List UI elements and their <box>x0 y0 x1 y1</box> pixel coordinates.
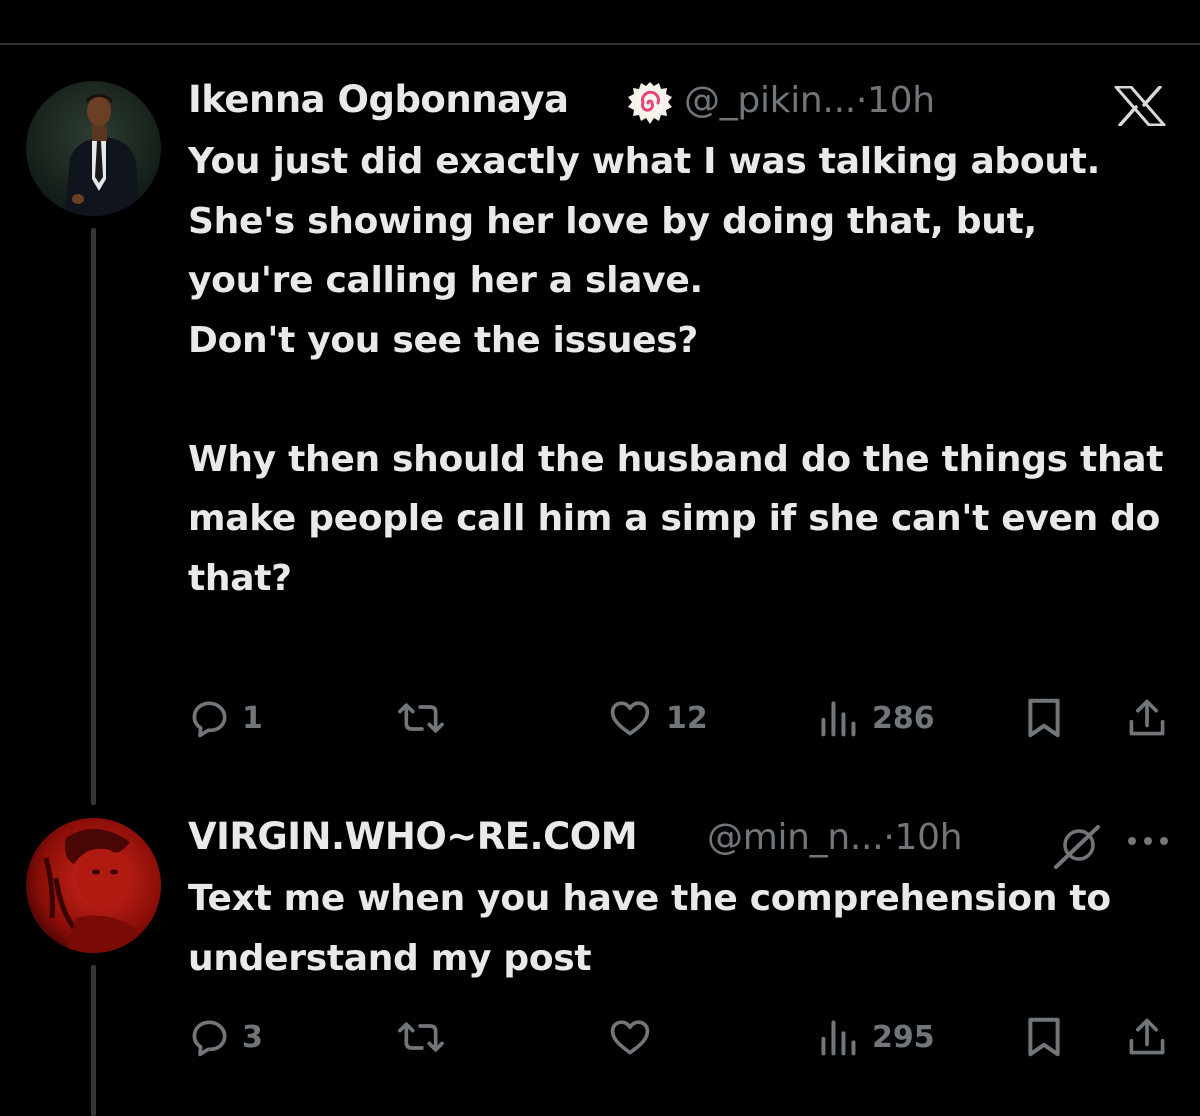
tweet-text: Text me when you have the comprehension … <box>188 878 1124 979</box>
author-name[interactable]: Ikenna Ogbonnaya <box>188 78 569 121</box>
author-handle[interactable]: @min_n... <box>707 817 884 858</box>
reply-count: 1 <box>242 700 263 736</box>
tweet-actions: 1 12 286 <box>188 696 1173 744</box>
grok-icon[interactable] <box>1052 823 1102 873</box>
top-divider <box>0 43 1200 45</box>
reply-icon <box>192 1020 227 1057</box>
avatar-photo <box>26 81 161 216</box>
reply-button[interactable]: 3 <box>188 1015 263 1059</box>
tweet-actions: 3 295 <box>188 1015 1173 1063</box>
tweet-header: Ikenna Ogbonnaya @_pikin...·10h <box>188 78 1170 138</box>
tweet-time[interactable]: ·10h <box>883 817 962 858</box>
like-button[interactable]: 12 <box>608 696 708 740</box>
retweet-icon <box>398 703 444 733</box>
views-button[interactable]: 286 <box>818 696 935 740</box>
x-logo-icon <box>1114 85 1166 130</box>
author-handle[interactable]: @_pikin... <box>684 80 856 121</box>
heart-icon <box>610 1020 650 1055</box>
reply-icon <box>192 701 227 738</box>
views-icon <box>821 701 856 737</box>
thread-line <box>91 965 96 1116</box>
bookmark-button[interactable] <box>1024 1015 1064 1059</box>
share-button[interactable] <box>1125 696 1169 740</box>
views-button[interactable]: 295 <box>818 1015 935 1059</box>
avatar[interactable] <box>26 81 161 216</box>
views-count: 286 <box>872 700 935 736</box>
like-count: 12 <box>666 700 708 736</box>
tweet-text: You just did exactly what I was talking … <box>188 141 1164 599</box>
fish-cake-emoji-icon <box>626 80 674 132</box>
tweet-time[interactable]: ·10h <box>856 80 935 121</box>
tweet[interactable]: VIRGIN.WHO~RE.COM @min_n...·10h Text me … <box>188 815 1170 988</box>
avatar-photo <box>26 818 161 953</box>
views-icon <box>821 1020 856 1056</box>
thread-line <box>91 228 96 805</box>
reply-button[interactable]: 1 <box>188 696 263 740</box>
avatar[interactable] <box>26 818 161 953</box>
retweet-button[interactable] <box>396 1015 446 1059</box>
views-count: 295 <box>872 1019 935 1055</box>
share-button[interactable] <box>1125 1015 1169 1059</box>
author-name[interactable]: VIRGIN.WHO~RE.COM <box>188 815 638 858</box>
bookmark-icon <box>1028 698 1060 738</box>
more-icon[interactable] <box>1126 833 1170 852</box>
bookmark-icon <box>1028 1017 1060 1057</box>
retweet-button[interactable] <box>396 696 446 740</box>
bookmark-button[interactable] <box>1024 696 1064 740</box>
reply-count: 3 <box>242 1019 263 1055</box>
tweet-header: VIRGIN.WHO~RE.COM @min_n...·10h <box>188 815 1170 875</box>
like-button[interactable] <box>608 1015 666 1059</box>
share-icon <box>1129 699 1165 736</box>
share-icon <box>1129 1018 1165 1055</box>
heart-icon <box>610 701 650 736</box>
retweet-icon <box>398 1022 444 1052</box>
tweet[interactable]: Ikenna Ogbonnaya @_pikin...·10h You just… <box>188 78 1170 608</box>
